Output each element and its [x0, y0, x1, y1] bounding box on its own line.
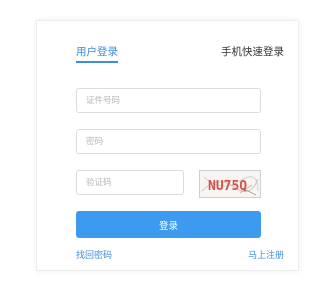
verification-code-input[interactable]: [76, 170, 184, 195]
id-number-input[interactable]: [76, 88, 261, 113]
login-page: 用户登录 手机快速登录 NU75Q 登录 找回密码 马上注册: [0, 0, 329, 294]
login-card: 用户登录 手机快速登录 NU75Q 登录 找回密码 马上注册: [36, 20, 299, 271]
forgot-password-link[interactable]: 找回密码: [76, 248, 112, 261]
tab-user-login[interactable]: 用户登录: [76, 44, 118, 59]
captcha-text: NU75Q: [208, 179, 247, 194]
password-input[interactable]: [76, 129, 261, 154]
register-link[interactable]: 马上注册: [248, 248, 284, 261]
captcha-image[interactable]: NU75Q: [199, 170, 261, 198]
login-button[interactable]: 登录: [76, 211, 261, 238]
active-tab-indicator: [76, 61, 118, 63]
tab-phone-login[interactable]: 手机快速登录: [221, 44, 284, 59]
